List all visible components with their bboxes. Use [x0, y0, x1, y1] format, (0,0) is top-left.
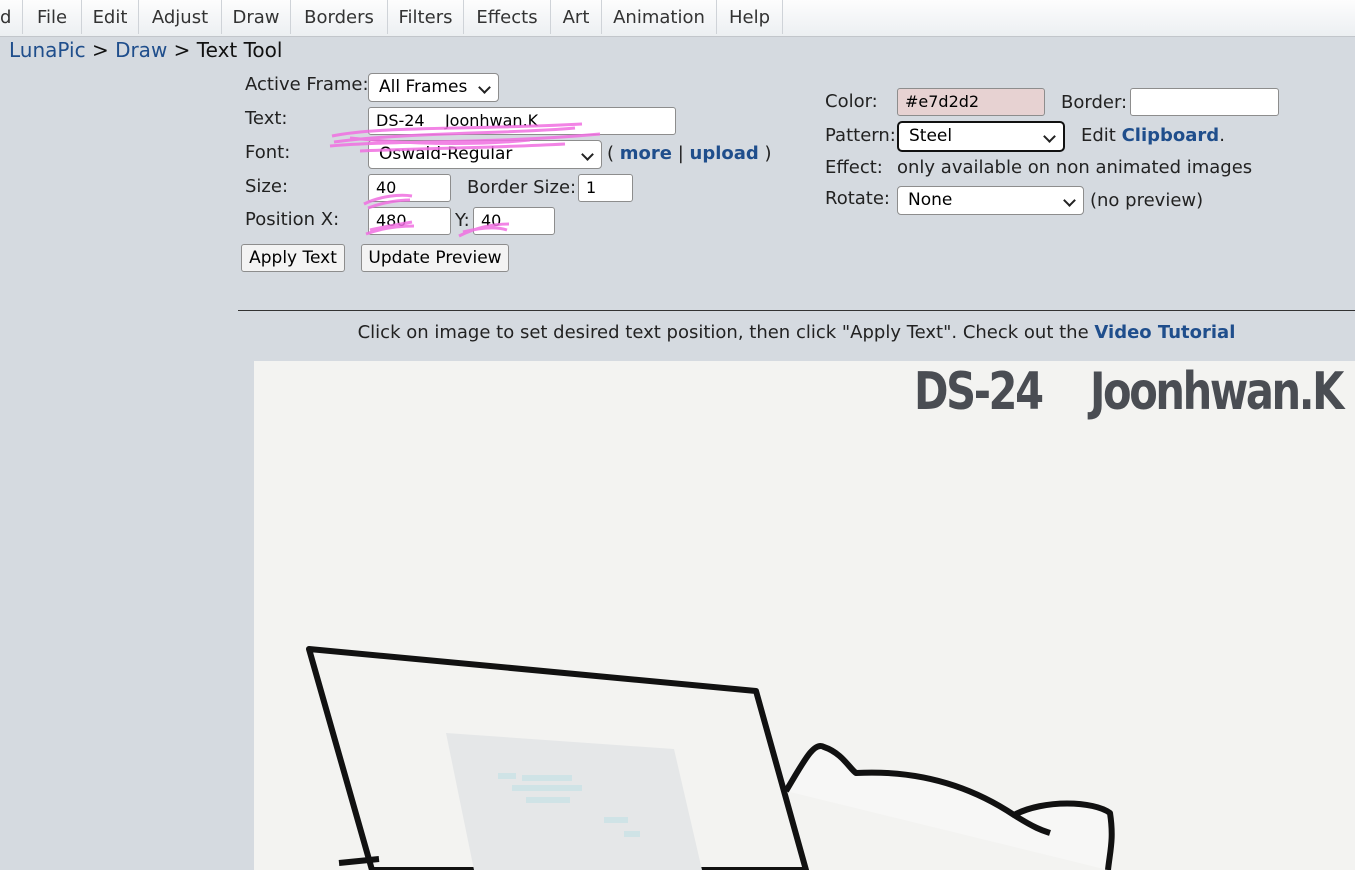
position-x-input[interactable]: 480 — [368, 207, 451, 235]
link-separator: | — [677, 143, 684, 164]
menu-item-partial[interactable]: d — [0, 0, 23, 34]
update-preview-button[interactable]: Update Preview — [361, 244, 509, 272]
rotate-select[interactable]: None — [897, 186, 1084, 215]
chevron-down-icon — [478, 81, 491, 94]
laptop-cat-illustration — [306, 646, 1115, 870]
breadcrumb-separator: > — [173, 38, 191, 62]
image-canvas[interactable]: DS-24 Joonhwan.K — [254, 361, 1355, 870]
breadcrumb-current: Text Tool — [196, 38, 283, 62]
border-size-input[interactable]: 1 — [578, 174, 633, 202]
chevron-down-icon — [1063, 194, 1076, 207]
active-frame-label: Active Frame: — [245, 74, 369, 95]
rotate-label: Rotate: — [825, 188, 890, 209]
rotate-note: (no preview) — [1090, 190, 1204, 211]
clipboard-link[interactable]: Clipboard — [1122, 125, 1220, 146]
paren-open: ( — [607, 143, 615, 164]
text-input[interactable]: DS-24 Joonhwan.K — [368, 107, 676, 135]
menu-item-animation[interactable]: Animation — [602, 0, 717, 34]
rotate-value: None — [908, 190, 953, 210]
instructions-text: Click on image to set desired text posit… — [357, 322, 1089, 343]
position-y-label: Y: — [455, 210, 470, 231]
size-input[interactable]: 40 — [368, 174, 451, 202]
paren-close: ) — [764, 143, 772, 164]
position-x-label: Position X: — [245, 209, 340, 230]
more-fonts-link[interactable]: more — [620, 143, 672, 164]
menu-item-edit[interactable]: Edit — [82, 0, 139, 34]
breadcrumb: LunaPic > Draw > Text Tool — [9, 37, 282, 63]
pattern-label: Pattern: — [825, 125, 896, 146]
effect-label: Effect: — [825, 157, 883, 178]
font-label: Font: — [245, 142, 291, 163]
menu-item-draw[interactable]: Draw — [222, 0, 291, 34]
font-links: ( more | upload ) — [607, 143, 772, 165]
menu-item-help[interactable]: Help — [717, 0, 783, 34]
breadcrumb-draw-link[interactable]: Draw — [115, 38, 167, 62]
pattern-value: Steel — [909, 126, 953, 146]
top-menu-bar: d File Edit Adjust Draw Borders Filters … — [0, 0, 1355, 37]
apply-text-button[interactable]: Apply Text — [241, 244, 345, 272]
color-input[interactable]: #e7d2d2 — [897, 88, 1045, 116]
text-label: Text: — [245, 108, 288, 129]
edit-clipboard-text: Edit Clipboard. — [1081, 125, 1225, 147]
menu-item-file[interactable]: File — [23, 0, 82, 34]
upload-font-link[interactable]: upload — [690, 143, 759, 164]
border-color-input[interactable] — [1130, 88, 1279, 116]
size-label: Size: — [245, 176, 289, 197]
section-divider — [238, 310, 1355, 311]
pattern-select[interactable]: Steel — [897, 121, 1065, 152]
instructions: Click on image to set desired text posit… — [238, 322, 1355, 344]
position-y-input[interactable]: 40 — [473, 207, 555, 235]
edit-suffix: . — [1219, 125, 1225, 146]
font-value: Oswald-Regular — [379, 144, 513, 164]
active-frame-select[interactable]: All Frames — [368, 73, 499, 102]
menu-item-effects[interactable]: Effects — [464, 0, 551, 34]
breadcrumb-separator: > — [91, 38, 109, 62]
color-label: Color: — [825, 91, 878, 112]
menu-item-filters[interactable]: Filters — [388, 0, 464, 34]
chevron-down-icon — [1043, 130, 1056, 143]
menu-item-art[interactable]: Art — [551, 0, 602, 34]
menu-item-borders[interactable]: Borders — [291, 0, 388, 34]
menu-item-adjust[interactable]: Adjust — [139, 0, 222, 34]
font-select[interactable]: Oswald-Regular — [368, 140, 602, 169]
video-tutorial-link[interactable]: Video Tutorial — [1094, 322, 1235, 343]
breadcrumb-lunapic-link[interactable]: LunaPic — [9, 38, 86, 62]
active-frame-value: All Frames — [379, 77, 468, 97]
border-size-label: Border Size: — [467, 177, 577, 198]
chevron-down-icon — [581, 148, 594, 161]
edit-prefix: Edit — [1081, 125, 1116, 146]
border-label: Border: — [1061, 92, 1128, 113]
effect-note: only available on non animated images — [897, 157, 1253, 178]
